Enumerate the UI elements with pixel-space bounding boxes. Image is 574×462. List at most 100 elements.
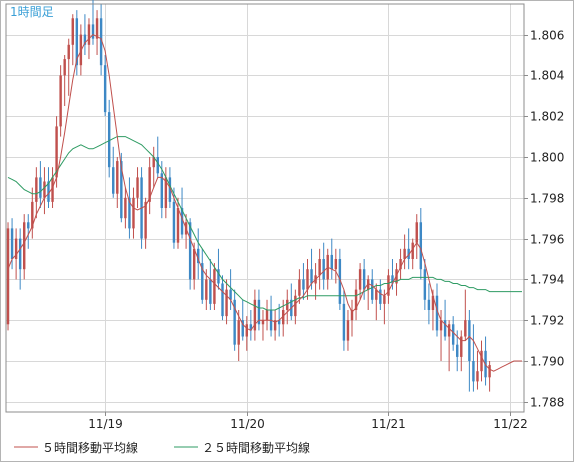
candle <box>379 279 382 310</box>
candle-body <box>294 295 297 317</box>
candle <box>387 269 390 304</box>
candle-body <box>423 269 427 300</box>
candle <box>443 299 447 341</box>
candle-body <box>103 65 107 113</box>
candle <box>47 167 50 208</box>
timeframe-label: 1時間足 <box>10 5 54 19</box>
candle <box>399 248 402 280</box>
candle <box>116 157 119 208</box>
y-tick-label: 1.792 <box>530 314 564 328</box>
candle <box>241 299 244 341</box>
candle-body <box>318 259 321 276</box>
candle-body <box>443 320 447 337</box>
candle-body <box>27 222 30 229</box>
candle <box>362 259 366 300</box>
candle <box>39 161 42 208</box>
ma25-line <box>7 136 522 311</box>
candle <box>152 146 155 188</box>
candle-body <box>59 75 62 127</box>
candle <box>59 65 62 137</box>
candle <box>124 187 127 229</box>
candle-body <box>22 222 26 270</box>
candle-body <box>87 24 91 45</box>
candle <box>419 208 423 280</box>
candle-body <box>330 254 333 270</box>
candle-body <box>144 201 147 239</box>
candle <box>342 289 346 351</box>
candle <box>31 187 34 239</box>
y-tick-label: 1.796 <box>530 233 564 247</box>
candle-body <box>379 289 382 304</box>
candle-body <box>18 238 22 270</box>
candle <box>213 263 216 310</box>
candle <box>273 310 277 341</box>
candle <box>322 242 325 290</box>
candle <box>43 167 46 215</box>
candle <box>201 248 204 304</box>
candle-body <box>362 269 366 290</box>
candle-body <box>192 248 196 280</box>
candle-body <box>427 299 431 310</box>
candle <box>484 336 487 386</box>
candle-body <box>245 324 249 337</box>
candle <box>334 248 338 284</box>
candle-body <box>342 303 346 341</box>
candle <box>217 248 220 290</box>
candle <box>136 167 139 208</box>
candle-body <box>476 371 479 382</box>
candle <box>209 259 212 310</box>
candle-body <box>6 228 10 325</box>
candle <box>330 238 333 280</box>
candle <box>225 279 228 325</box>
candle <box>148 157 151 215</box>
candle-body <box>322 259 325 280</box>
candle <box>395 263 398 296</box>
candle-body <box>371 279 374 300</box>
candle-body <box>107 112 111 168</box>
candle <box>197 228 200 280</box>
candle-body <box>261 320 265 325</box>
candle-body <box>136 177 139 198</box>
candle <box>411 238 414 270</box>
candle-body <box>124 197 127 219</box>
x-tick-label: 11/20 <box>230 417 265 431</box>
candle-body <box>43 181 46 198</box>
candle <box>415 214 418 259</box>
y-tick-label: 1.794 <box>530 273 564 287</box>
candle <box>318 248 321 290</box>
candle <box>350 299 354 337</box>
legend-label-ma25: ２５時間移動平均線 <box>202 440 310 455</box>
candle <box>480 340 483 382</box>
candle-body <box>306 269 309 290</box>
grid-layer <box>6 4 524 412</box>
candle-body <box>67 44 70 60</box>
candle <box>257 289 261 331</box>
y-tick-label: 1.798 <box>530 192 564 206</box>
candle-body <box>383 295 386 304</box>
y-tick-label: 1.788 <box>530 396 564 410</box>
candle <box>18 228 22 290</box>
candle-body <box>213 269 216 304</box>
candle <box>35 167 38 219</box>
candle <box>253 289 257 341</box>
candle-body <box>237 320 240 345</box>
candle <box>427 283 431 325</box>
candle <box>22 214 26 280</box>
candle <box>107 99 111 178</box>
candle-body <box>472 361 475 382</box>
candle <box>6 222 10 331</box>
candle-body <box>71 18 74 45</box>
candle <box>468 310 471 392</box>
candle-body <box>346 320 350 341</box>
candle <box>261 310 265 341</box>
candle <box>460 330 463 372</box>
candle <box>306 259 309 300</box>
candle <box>249 310 253 341</box>
y-tick-label: 1.790 <box>530 355 564 369</box>
candle <box>269 295 273 337</box>
candle <box>63 55 66 106</box>
candle-body <box>298 279 301 296</box>
candle-body <box>91 24 95 39</box>
candle-body <box>132 197 135 229</box>
y-tick-label: 1.804 <box>530 69 564 83</box>
